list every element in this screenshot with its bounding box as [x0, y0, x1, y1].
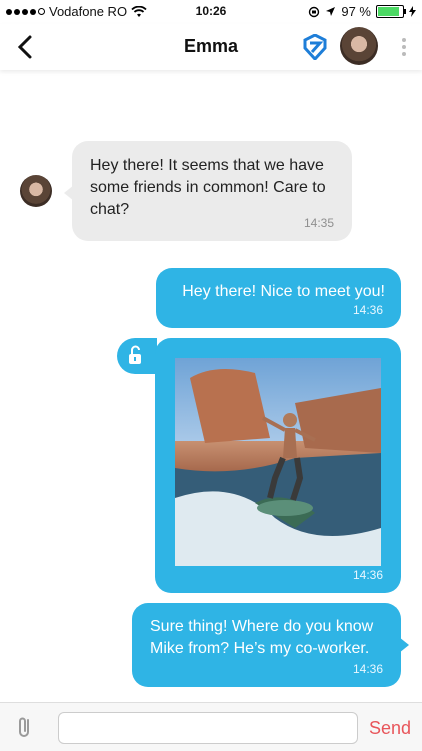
location-icon [326, 7, 336, 16]
avatar[interactable] [340, 27, 378, 65]
battery-percent: 97 % [341, 4, 371, 19]
shield-badge-icon[interactable] [303, 34, 327, 60]
status-bar: Vodafone RO 10:26 97 % [0, 0, 422, 24]
message-time: 14:35 [303, 216, 334, 230]
message-time: 14:36 [352, 303, 383, 317]
message-input[interactable] [58, 712, 358, 744]
more-options-icon[interactable] [400, 35, 408, 61]
status-right: 97 % [308, 4, 416, 19]
outgoing-message: Sure thing! Where do you know Mike from?… [132, 603, 409, 687]
charging-icon [409, 6, 416, 17]
send-button[interactable]: Send [369, 718, 411, 739]
shared-photo[interactable] [175, 358, 381, 566]
nav-bar: Emma [0, 24, 422, 70]
wakesurf-photo-illustration [175, 369, 381, 566]
composer-bar: Send [0, 702, 422, 751]
incoming-message: Hey there! It seems that we have some fr… [64, 141, 352, 241]
message-text: Sure thing! Where do you know Mike from?… [150, 618, 374, 657]
paperclip-icon[interactable] [14, 715, 36, 739]
message-time: 14:36 [352, 568, 383, 582]
message-text: Hey there! It seems that we have some fr… [90, 157, 326, 218]
sender-avatar[interactable] [20, 175, 52, 207]
outgoing-message: Hey there! Nice to meet you! 14:36 [156, 268, 401, 328]
message-time: 14:36 [352, 662, 383, 676]
unlock-icon [129, 345, 141, 364]
rotation-lock-icon [309, 6, 320, 17]
battery-icon [376, 5, 406, 18]
unlock-button[interactable] [117, 338, 157, 374]
outgoing-photo-message[interactable]: 14:36 [155, 338, 401, 593]
